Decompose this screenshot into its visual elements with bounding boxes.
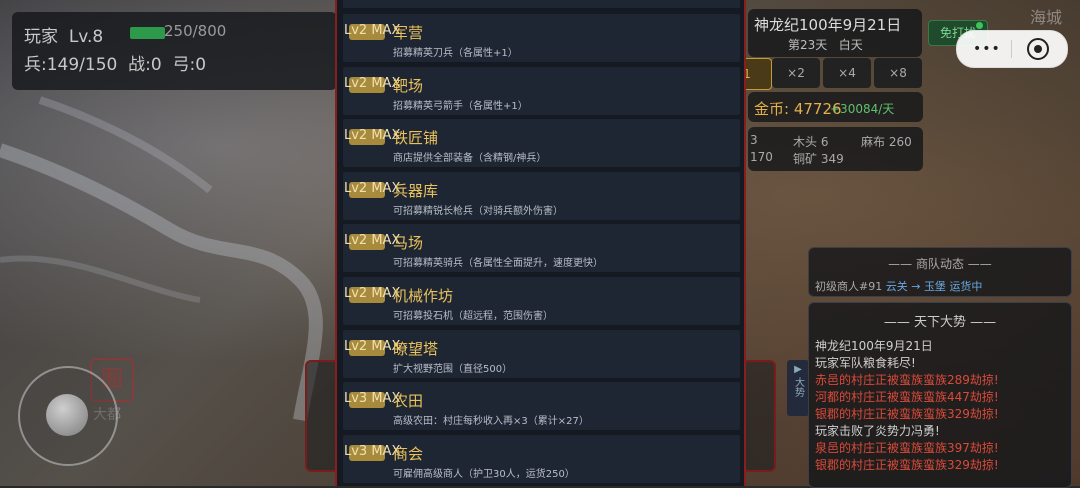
building-row[interactable]: Lv3 MAX 农田高级农田：村庄每秒收入再×3（累计×27） — [343, 382, 740, 431]
resource-top-left: 3 — [750, 133, 758, 147]
building-level: Lv3 MAX — [344, 443, 401, 459]
building-name: 农田 — [393, 392, 424, 411]
world-events-title: —— 天下大势 —— — [883, 315, 997, 330]
gold-panel: 金币: 47726 +30084/天 — [748, 92, 923, 122]
building-level: Lv2 MAX — [344, 128, 401, 144]
more-icon[interactable]: ••• — [973, 41, 1001, 57]
building-desc: 商店提供全部装备（含精钢/神兵） — [393, 153, 547, 165]
world-trend-tab[interactable]: ▶ 大势 — [787, 360, 809, 416]
world-event-item: 银郡的村庄正被蛮族蛮族329劫掠! — [815, 458, 999, 472]
caravan-entry[interactable]: 初级商人#91 云关 → 玉堡 运货中 — [815, 278, 982, 294]
player-status-panel: 玩家 Lv.8 250/800 兵:149/150 战:0 弓:0 — [12, 12, 337, 90]
building-name: 靶场 — [393, 76, 424, 95]
resource-wood: 木头 6 — [793, 135, 829, 149]
building-name: 兵器库 — [393, 181, 439, 200]
building-name: 铁匠铺 — [393, 129, 439, 148]
building-desc: 招募精英刀兵（各属性+1） — [393, 48, 518, 59]
exp-text: 250/800 — [164, 22, 227, 40]
building-row[interactable]: Lv3 MAX 商会可雇佣高级商人（护卫30人，运货250） — [343, 434, 740, 483]
world-events-list: 神龙纪100年9月21日 玩家军队粮食耗尽! 赤邑的村庄正被蛮族蛮族289劫掠! 河都… — [815, 338, 999, 474]
building-row[interactable]: Lv2 MAX 军营招募精英刀兵（各属性+1） — [343, 14, 740, 62]
day-count: 第23天 — [788, 38, 828, 52]
speed-8-button[interactable]: ×8 — [874, 58, 922, 88]
building-desc: 可招募精英骑兵（各属性全面提升，速度更快） — [393, 258, 603, 270]
building-name: 机械作坊 — [393, 287, 454, 305]
caravan-title: —— 商队动态 —— — [888, 257, 992, 271]
building-row[interactable]: Lv2 MAX 靶场招募精英弓箭手（各属性+1） — [343, 66, 740, 115]
building-desc: 可招募精锐长枪兵（对骑兵额外伤害） — [393, 205, 563, 217]
world-event-item: 神龙纪100年9月21日 — [815, 339, 933, 353]
world-event-item: 赤邑的村庄正被蛮族蛮族289劫掠! — [815, 373, 999, 387]
battle-count: 战:0 — [128, 55, 162, 75]
route-arrow: → — [911, 280, 921, 293]
resources-panel: 3 木头 6 麻布 260 170 铜矿 349 — [748, 127, 923, 171]
building-row[interactable]: Lv2 MAX 兵器库可招募精锐长枪兵（对骑兵额外伤害） — [343, 171, 740, 220]
day-info: 第23天 白天 — [788, 36, 863, 53]
building-desc: 可招募投石机（超远程，范围伤害） — [393, 311, 553, 322]
building-level: Lv2 MAX — [344, 338, 401, 354]
resource-bottom-left: 170 — [750, 150, 773, 164]
player-level: Lv.8 — [68, 27, 104, 47]
world-event-item: 玩家击败了炎势力冯勇! — [815, 424, 940, 438]
building-level: Lv2 MAX — [344, 23, 401, 38]
player-name: 玩家 — [24, 27, 58, 47]
building-level: Lv2 MAX — [344, 75, 401, 91]
city-label: 海城 — [1030, 8, 1063, 27]
date-panel: 神龙纪100年9月21日 第23天 白天 — [748, 9, 922, 57]
previous-row-edge — [343, 0, 740, 8]
merchant-name: 初级商人#91 — [815, 280, 883, 293]
building-name: 军营 — [393, 24, 424, 42]
caravan-status: 运货中 — [949, 280, 983, 293]
building-list-panel[interactable]: Lv2 MAX 军营 招募精英刀兵（各属性+1） Lv2 MAX 靶场 招募精英弓箭手（各… — [335, 0, 746, 486]
speed-4-button[interactable]: ×4 — [823, 58, 871, 88]
world-event-item: 玩家军队粮食耗尽! — [815, 356, 916, 370]
building-row[interactable]: Lv2 MAX 马场可招募精英骑兵（各属性全面提升，速度更快） — [343, 224, 740, 273]
calendar-date: 神龙纪100年9月21日 — [754, 16, 902, 34]
player-name-level: 玩家 Lv.8 — [24, 22, 103, 47]
resource-cloth: 麻布 260 — [861, 135, 912, 149]
building-desc: 高级农田：村庄每秒收入再×3（累计×27） — [393, 416, 589, 428]
player-troops: 兵:149/150 战:0 弓:0 — [24, 50, 206, 75]
speed-2-button[interactable]: ×2 — [772, 58, 820, 88]
caravan-panel: —— 商队动态 —— 初级商人#91 云关 → 玉堡 运货中 — [808, 247, 1072, 297]
right-frame-decor — [742, 360, 776, 472]
building-name: 商会 — [393, 444, 424, 463]
joystick[interactable] — [18, 366, 118, 466]
online-dot-icon — [976, 22, 983, 29]
route-to: 玉堡 — [923, 280, 946, 293]
building-row[interactable]: Lv2 MAX 铁匠铺商店提供全部装备（含精钢/神兵） — [343, 119, 740, 168]
building-row[interactable]: Lv2 MAX 机械作坊可招募投石机（超远程，范围伤害） — [343, 277, 740, 325]
building-name: 马场 — [393, 234, 424, 253]
exp-bar — [130, 27, 165, 39]
gold-amount: 金币: 47726 — [754, 100, 842, 118]
world-event-item: 银郡的村庄正被蛮族蛮族329劫掠! — [815, 407, 999, 421]
capsule-divider — [1011, 40, 1012, 58]
day-period: 白天 — [838, 38, 863, 52]
world-trend-tab-label: 大势 — [792, 377, 804, 397]
building-level: Lv2 MAX — [344, 286, 401, 301]
close-target-icon[interactable] — [1027, 38, 1049, 60]
soldier-count: 兵:149/150 — [24, 55, 118, 75]
world-event-item: 泉邑的村庄正被蛮族蛮族397劫掠! — [815, 441, 999, 455]
play-icon: ▶ — [794, 364, 802, 375]
joystick-knob[interactable] — [46, 394, 88, 436]
building-level: Lv2 MAX — [344, 233, 401, 249]
world-events-panel: —— 天下大势 —— 神龙纪100年9月21日 玩家军队粮食耗尽! 赤邑的村庄正被蛮… — [808, 302, 1072, 488]
building-level: Lv3 MAX — [344, 391, 401, 407]
building-row[interactable]: Lv2 MAX 瞭望塔扩大视野范围（直径500） — [343, 329, 740, 378]
resource-copper: 铜矿 349 — [793, 152, 844, 166]
building-desc: 扩大视野范围（直径500） — [393, 363, 513, 375]
route-from: 云关 — [885, 280, 908, 293]
building-desc: 招募精英弓箭手（各属性+1） — [393, 100, 528, 112]
building-level: Lv2 MAX — [344, 180, 401, 196]
building-desc: 可雇佣高级商人（护卫30人，运货250） — [393, 468, 575, 480]
mini-program-capsule: ••• — [956, 30, 1068, 68]
gold-rate: +30084/天 — [830, 102, 895, 116]
bow-count: 弓:0 — [172, 55, 207, 75]
world-event-item: 河都的村庄正被蛮族蛮族447劫掠! — [815, 390, 999, 404]
building-name: 瞭望塔 — [393, 339, 439, 358]
